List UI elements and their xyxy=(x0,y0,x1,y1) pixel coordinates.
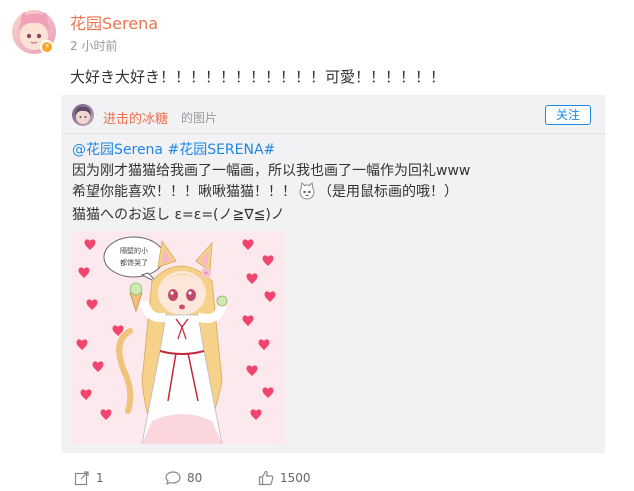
comment-icon xyxy=(165,471,181,486)
repost-line-1: @花园Serena #花园SERENA# xyxy=(72,139,275,159)
repost-line-3: 希望你能喜欢！！！啾啾猫猫！！！ （是用鼠标画的哦！） xyxy=(72,181,458,201)
repost-count: 1 xyxy=(96,471,104,485)
thumbs-up-icon xyxy=(258,470,274,486)
hashtag-link[interactable]: #花园SERENA# xyxy=(167,142,275,158)
follow-button[interactable]: 关注 xyxy=(545,105,591,125)
mention-link[interactable]: @花园Serena xyxy=(72,142,163,158)
comment-action[interactable]: 80 xyxy=(165,470,202,486)
repost-action[interactable]: 1 xyxy=(74,470,104,486)
repost-line-3-end: （是用鼠标画的哦！） xyxy=(318,184,458,200)
speech-text-1: 隔壁的小 xyxy=(120,246,148,255)
repost-source-label: 的图片 xyxy=(181,111,218,125)
cat-face-emoji-icon xyxy=(298,181,316,200)
like-count: 1500 xyxy=(280,471,311,485)
comment-count: 80 xyxy=(187,471,203,485)
repost-author-avatar[interactable] xyxy=(72,104,94,126)
repost-author-name[interactable]: 进击的冰糖 xyxy=(103,108,168,127)
post-text: 大好き大好き！！！！！！！！！！！可愛！！！！！！ xyxy=(70,68,446,86)
like-action[interactable]: 1500 xyxy=(258,470,311,486)
speech-text-2: 都馋哭了 xyxy=(120,258,148,267)
repost-image[interactable]: 隔壁的小 都馋哭了 xyxy=(72,231,285,444)
repost-line-2: 因为刚才猫猫给我画了一幅画，所以我也画了一幅作为回礼www xyxy=(72,163,471,179)
share-icon xyxy=(74,471,89,486)
repost-line-4: 猫猫へのお返し ε=ε=(ノ≧∇≦)ノ xyxy=(72,207,285,223)
repost-line-3-text: 希望你能喜欢！！！啾啾猫猫！！！ xyxy=(72,184,296,200)
card-divider xyxy=(61,133,605,134)
author-name[interactable]: 花园Serena xyxy=(70,10,158,34)
verified-badge-icon: ⚡ xyxy=(40,40,54,54)
post-timestamp[interactable]: 2 小时前 xyxy=(70,37,117,54)
